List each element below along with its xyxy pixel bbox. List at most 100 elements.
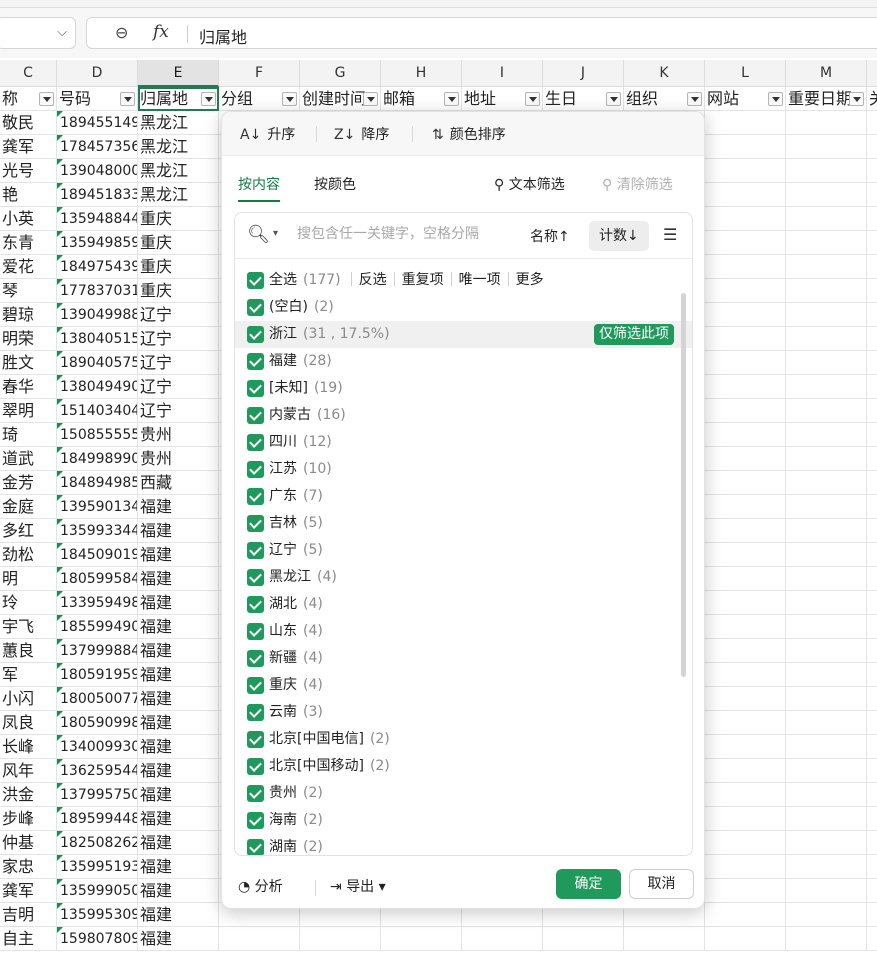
empty-cell[interactable]	[786, 591, 867, 615]
column-header-j[interactable]: J	[543, 60, 624, 87]
list-item[interactable]: 北京[中国移动] (2)	[235, 753, 692, 780]
phone-cell[interactable]: 18945183335	[57, 183, 138, 207]
item-checkbox[interactable]	[247, 758, 264, 775]
empty-cell[interactable]	[705, 591, 786, 615]
column-header-h[interactable]: H	[381, 60, 462, 87]
list-item[interactable]: 广东 (7)	[235, 483, 692, 510]
header-cell[interactable]: 重要日期	[786, 87, 867, 111]
list-item[interactable]: 山东 (4)	[235, 618, 692, 645]
location-cell[interactable]: 福建	[138, 855, 219, 879]
list-item[interactable]: 福建 (28)	[235, 348, 692, 375]
empty-cell[interactable]	[867, 711, 877, 735]
list-item[interactable]: 浙江 (31 , 17.5%) 仅筛选此项	[235, 321, 692, 348]
list-item[interactable]: 贵州 (2)	[235, 780, 692, 807]
sort-descending-button[interactable]: Z↓ 降序	[334, 124, 389, 144]
empty-cell[interactable]	[786, 783, 867, 807]
empty-cell[interactable]	[786, 447, 867, 471]
header-cell-selected[interactable]: 归属地	[138, 87, 219, 111]
empty-cell[interactable]	[786, 207, 867, 231]
column-header-e[interactable]: E	[138, 60, 219, 87]
filter-dropdown-icon[interactable]	[849, 92, 864, 106]
location-cell[interactable]: 辽宁	[138, 351, 219, 375]
empty-cell[interactable]	[786, 663, 867, 687]
empty-cell[interactable]	[786, 423, 867, 447]
phone-cell[interactable]: 15085555555	[57, 423, 138, 447]
column-header-l[interactable]: L	[705, 60, 786, 87]
empty-cell[interactable]	[867, 855, 877, 879]
filter-dropdown-icon[interactable]	[687, 92, 702, 106]
phone-cell[interactable]: 18250826299	[57, 831, 138, 855]
zoom-icon[interactable]: ⊖	[115, 23, 128, 42]
empty-cell[interactable]	[705, 783, 786, 807]
phone-cell[interactable]: 18059958488	[57, 567, 138, 591]
tab-by-content[interactable]: 按内容	[238, 174, 280, 202]
name-cell[interactable]: 琦	[0, 423, 57, 447]
empty-cell[interactable]	[867, 159, 877, 183]
phone-cell[interactable]: 13904800055	[57, 159, 138, 183]
empty-cell[interactable]	[705, 327, 786, 351]
empty-cell[interactable]	[867, 879, 877, 903]
empty-cell[interactable]	[867, 303, 877, 327]
location-cell[interactable]: 黑龙江	[138, 111, 219, 135]
item-checkbox[interactable]	[247, 569, 264, 586]
location-cell[interactable]: 福建	[138, 639, 219, 663]
empty-cell[interactable]	[786, 471, 867, 495]
empty-cell[interactable]	[867, 687, 877, 711]
empty-cell[interactable]	[867, 543, 877, 567]
name-cell[interactable]: 宇飞	[0, 615, 57, 639]
empty-cell[interactable]	[867, 135, 877, 159]
fx-icon[interactable]: fx	[153, 22, 169, 42]
empty-cell[interactable]	[705, 231, 786, 255]
empty-cell[interactable]	[786, 351, 867, 375]
item-checkbox[interactable]	[247, 434, 264, 451]
empty-cell[interactable]	[786, 375, 867, 399]
location-cell[interactable]: 福建	[138, 663, 219, 687]
empty-cell[interactable]	[867, 207, 877, 231]
list-item[interactable]: 新疆 (4)	[235, 645, 692, 672]
empty-cell[interactable]	[786, 183, 867, 207]
empty-cell[interactable]	[705, 711, 786, 735]
header-cell[interactable]: 关	[867, 87, 877, 111]
phone-cell[interactable]: 13599519377	[57, 855, 138, 879]
empty-cell[interactable]	[705, 663, 786, 687]
item-checkbox[interactable]	[247, 812, 264, 829]
empty-cell[interactable]	[786, 927, 867, 951]
header-cell[interactable]: 称	[0, 87, 57, 111]
item-checkbox[interactable]	[247, 785, 264, 802]
location-cell[interactable]: 福建	[138, 903, 219, 927]
phone-cell[interactable]: 18559949099	[57, 615, 138, 639]
name-cell[interactable]: 道武	[0, 447, 57, 471]
list-item[interactable]: 湖北 (4)	[235, 591, 692, 618]
list-item[interactable]: 湖南 (2)	[235, 834, 692, 855]
phone-cell[interactable]: 13804051555	[57, 327, 138, 351]
unique-link[interactable]: 唯一项	[459, 272, 501, 288]
phone-cell[interactable]: 13395949888	[57, 591, 138, 615]
phone-cell[interactable]: 13625954499	[57, 759, 138, 783]
header-cell[interactable]: 网站	[705, 87, 786, 111]
name-cell[interactable]: 吉明	[0, 903, 57, 927]
name-cell[interactable]: 小闪	[0, 687, 57, 711]
location-cell[interactable]: 辽宁	[138, 399, 219, 423]
cancel-button[interactable]: 取消	[629, 869, 694, 899]
empty-cell[interactable]	[867, 351, 877, 375]
empty-cell[interactable]	[867, 111, 877, 135]
empty-cell[interactable]	[786, 903, 867, 927]
empty-cell[interactable]	[786, 879, 867, 903]
list-item[interactable]: [未知] (19)	[235, 375, 692, 402]
name-box[interactable]: ⌵	[0, 17, 76, 49]
empty-cell[interactable]	[705, 351, 786, 375]
name-cell[interactable]: 步峰	[0, 807, 57, 831]
header-cell[interactable]: 地址	[462, 87, 543, 111]
chevron-down-icon[interactable]: ▾	[273, 228, 278, 239]
location-cell[interactable]: 福建	[138, 543, 219, 567]
location-cell[interactable]: 贵州	[138, 447, 219, 471]
list-item[interactable]: 辽宁 (5)	[235, 537, 692, 564]
search-input[interactable]	[295, 225, 495, 243]
list-item[interactable]: 江苏 (10)	[235, 456, 692, 483]
phone-cell[interactable]: 18450901977	[57, 543, 138, 567]
empty-cell[interactable]	[786, 735, 867, 759]
item-checkbox[interactable]	[247, 407, 264, 424]
filter-dropdown-icon[interactable]	[444, 92, 459, 106]
tab-by-color[interactable]: 按颜色	[314, 174, 356, 200]
sort-by-name-button[interactable]: 名称↑	[530, 226, 570, 246]
